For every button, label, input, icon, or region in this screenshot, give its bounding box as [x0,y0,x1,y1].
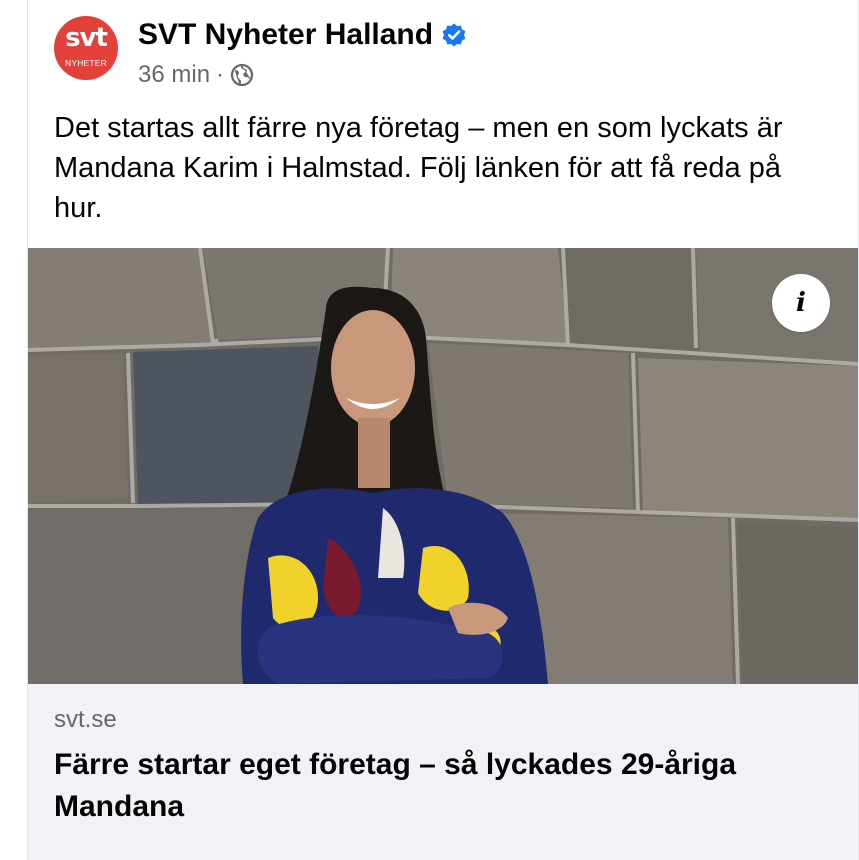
page-name-row: SVT Nyheter Halland [138,16,467,54]
avatar-sub-text: NYHETER [64,58,108,68]
post-message: Det startas allt färre nya företag – men… [54,112,783,224]
info-icon: i [796,288,806,318]
post-timestamp[interactable]: 36 min [138,61,210,89]
link-domain: svt.se [54,706,117,733]
link-title[interactable]: Färre startar eget företag – så lyckades… [54,744,814,828]
facebook-post-card: svt NYHETER SVT Nyheter Halland 36 min · [27,0,859,860]
post-meta: 36 min · [138,60,254,90]
avatar-brand-text: svt [65,23,108,53]
page-avatar[interactable]: svt NYHETER [54,16,118,80]
globe-icon[interactable] [230,63,254,87]
meta-separator: · [216,61,225,88]
image-info-button[interactable]: i [772,274,830,332]
link-preview[interactable]: svt.se Färre startar eget företag – så l… [28,684,858,860]
post-header: svt NYHETER SVT Nyheter Halland 36 min · [54,16,814,96]
post-photo[interactable]: i [28,248,858,684]
photo-illustration [28,248,858,684]
page-name-link[interactable]: SVT Nyheter Halland [138,18,433,52]
verified-badge-icon [441,22,467,48]
